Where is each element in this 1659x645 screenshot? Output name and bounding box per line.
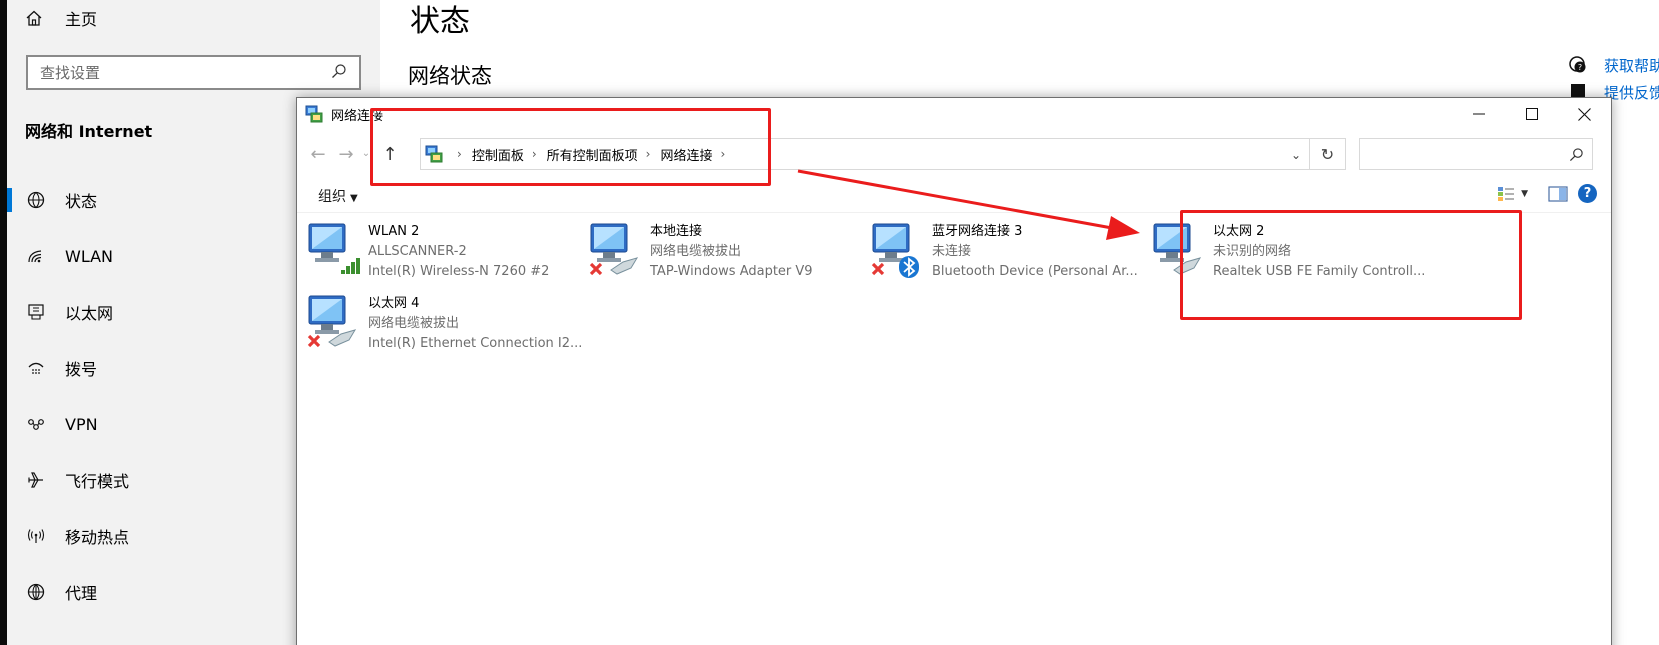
globe-status-icon [25, 189, 47, 211]
connection-text: 以太网 4 网络电缆被拔出 Intel(R) Ethernet Connecti… [368, 294, 582, 354]
connection-adapter: Bluetooth Device (Personal Ar... [932, 264, 1138, 279]
network-adapter-icon [305, 218, 365, 278]
wifi-icon [25, 245, 47, 267]
help-chat-icon: ? [1568, 55, 1590, 75]
nav-item-label: 以太网 [65, 304, 114, 323]
minimize-icon [1472, 113, 1485, 115]
connection-adapter: Intel(R) Wireless-N 7260 #2 [368, 264, 550, 279]
close-icon [1578, 107, 1591, 121]
network-status-heading: 网络状态 [408, 64, 492, 88]
connection-item-ethernet4[interactable]: 以太网 4 网络电缆被拔出 Intel(R) Ethernet Connecti… [305, 288, 591, 354]
connection-text: WLAN 2 ALLSCANNER-2 Intel(R) Wireless-N … [368, 222, 549, 282]
explorer-search-input[interactable] [1359, 138, 1593, 170]
forward-arrow-icon[interactable]: → [335, 144, 357, 165]
command-bar: 组织 ▼ ▼ ? [297, 182, 1611, 210]
hotspot-icon [25, 525, 47, 547]
connection-status: ALLSCANNER-2 [368, 244, 467, 259]
home-nav-item[interactable]: 主页 [25, 6, 97, 30]
view-options-icon [1498, 186, 1515, 201]
help-button[interactable]: ? [1578, 184, 1597, 203]
search-icon [1569, 147, 1583, 161]
preview-pane-button[interactable] [1548, 185, 1568, 202]
window-controls [1452, 98, 1611, 130]
get-help-label: 获取帮助 [1604, 56, 1659, 75]
connection-text: 蓝牙网络连接 3 未连接 Bluetooth Device (Personal … [932, 222, 1138, 282]
refresh-icon: ↻ [1320, 144, 1335, 164]
search-icon [331, 63, 347, 83]
nav-item-label: VPN [65, 414, 98, 434]
organize-menu-button[interactable]: 组织 ▼ [318, 186, 358, 206]
connection-status: 未连接 [932, 244, 972, 259]
caret-down-icon: ▼ [1521, 188, 1528, 199]
give-feedback-label: 提供反馈 [1604, 83, 1659, 102]
connection-name: 以太网 4 [368, 296, 420, 311]
organize-label: 组织 [318, 189, 346, 205]
network-adapter-icon [869, 218, 929, 278]
back-arrow-icon[interactable]: ← [307, 144, 329, 165]
screen-edge [0, 0, 7, 645]
get-help-link[interactable]: ? 获取帮助 [1568, 52, 1659, 78]
annotation-box-address-bar [370, 108, 771, 186]
view-controls: ▼ ? [1497, 184, 1597, 203]
change-view-button[interactable]: ▼ [1497, 186, 1528, 202]
address-dropdown-icon[interactable]: ⌄ [1291, 148, 1301, 162]
connection-text: 本地连接 网络电缆被拔出 TAP-Windows Adapter V9 [650, 222, 813, 282]
page-title: 状态 [410, 4, 470, 39]
connection-name: 本地连接 [650, 224, 703, 239]
network-adapter-icon [587, 218, 647, 278]
connection-adapter: Intel(R) Ethernet Connection I2... [368, 336, 583, 351]
caret-down-icon: ▼ [350, 193, 358, 204]
nav-item-label: 状态 [65, 192, 98, 211]
network-adapter-icon [305, 290, 365, 350]
maximize-icon [1525, 108, 1538, 120]
ethernet-icon [25, 301, 47, 323]
annotation-box-ethernet2 [1180, 210, 1522, 320]
settings-search-input[interactable]: 查找设置 [26, 55, 361, 90]
section-title: 网络和 Internet [25, 122, 153, 141]
maximize-button[interactable] [1505, 98, 1558, 130]
dialup-icon [25, 357, 47, 379]
close-button[interactable] [1558, 98, 1611, 130]
connection-name: WLAN 2 [368, 224, 420, 239]
vpn-icon [25, 413, 47, 435]
network-connections-app-icon [305, 105, 325, 123]
refresh-button[interactable]: ↻ [1310, 138, 1346, 170]
airplane-icon [25, 469, 47, 491]
globe-icon [25, 581, 47, 603]
connection-item-bluetooth[interactable]: 蓝牙网络连接 3 未连接 Bluetooth Device (Personal … [869, 216, 1155, 282]
connection-item-local[interactable]: 本地连接 网络电缆被拔出 TAP-Windows Adapter V9 [587, 216, 873, 282]
connection-name: 蓝牙网络连接 3 [932, 224, 1023, 239]
nav-item-label: WLAN [65, 246, 114, 266]
connection-status: 网络电缆被拔出 [650, 244, 742, 259]
connection-status: 网络电缆被拔出 [368, 316, 460, 331]
svg-text:?: ? [1578, 63, 1582, 72]
settings-search-placeholder: 查找设置 [40, 64, 101, 82]
nav-item-label: 移动热点 [65, 528, 130, 547]
home-icon [25, 9, 47, 27]
connection-adapter: TAP-Windows Adapter V9 [650, 264, 813, 279]
home-label: 主页 [65, 10, 98, 29]
nav-item-label: 飞行模式 [65, 472, 130, 491]
connection-item-wlan2[interactable]: WLAN 2 ALLSCANNER-2 Intel(R) Wireless-N … [305, 216, 591, 282]
screen: 主页 查找设置 网络和 Internet 状态 WLAN 以太网 拨号 VPN … [0, 0, 1659, 645]
preview-pane-icon [1548, 185, 1568, 202]
nav-item-label: 拨号 [65, 360, 98, 379]
nav-item-label: 代理 [65, 584, 98, 603]
minimize-button[interactable] [1452, 98, 1505, 130]
